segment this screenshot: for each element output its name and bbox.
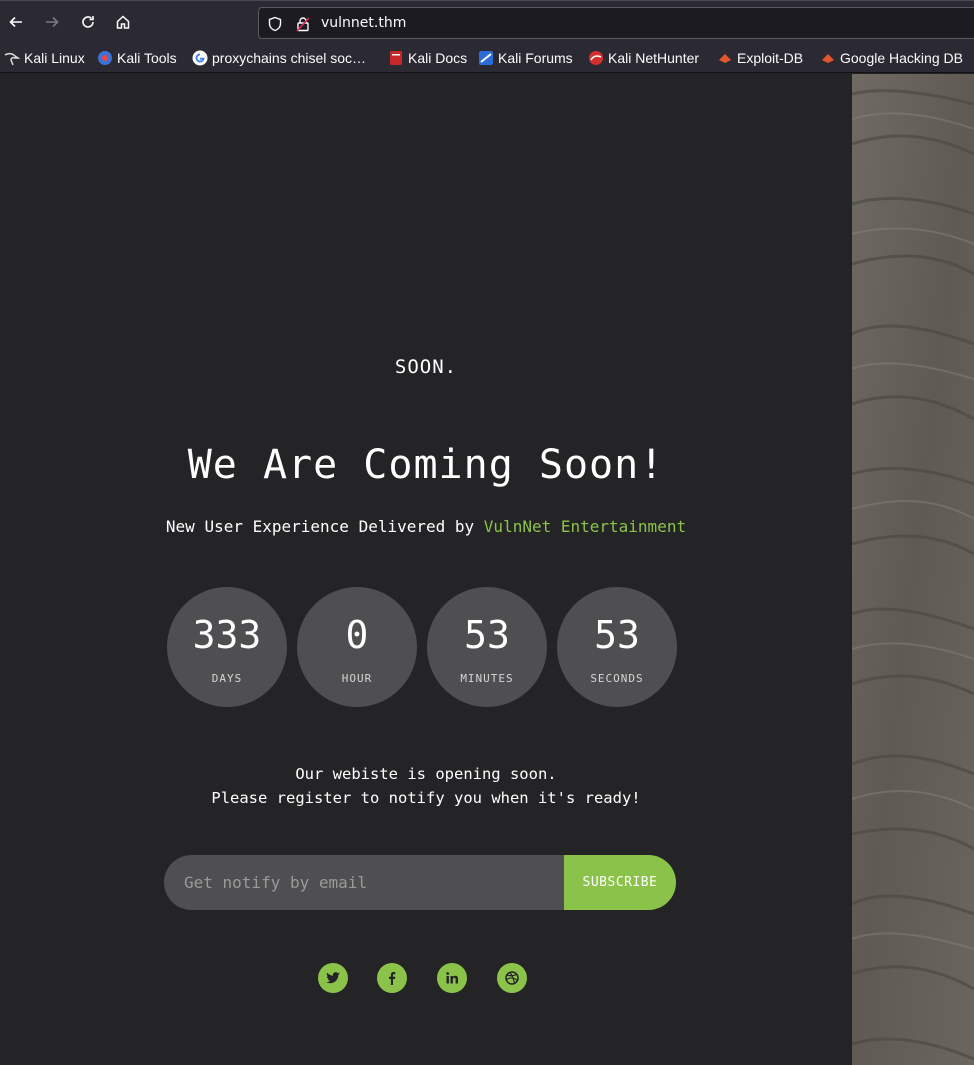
reload-button[interactable] — [76, 10, 100, 34]
kali-dragon-icon — [4, 50, 21, 66]
countdown-minutes: 53 MINUTES — [427, 587, 547, 707]
subscribe-button[interactable]: SUBSCRIBE — [564, 855, 676, 910]
twitter-icon — [326, 972, 340, 984]
bookmark-kali-forums[interactable]: Kali Forums — [478, 48, 573, 68]
subscribe-form: SUBSCRIBE — [164, 855, 676, 910]
wood-background-image — [852, 74, 974, 1065]
facebook-icon — [389, 972, 396, 985]
countdown-label: DAYS — [211, 672, 243, 685]
kali-docs-icon — [388, 50, 404, 66]
shield-icon[interactable] — [267, 16, 283, 32]
dribbble-icon — [505, 971, 519, 985]
countdown-seconds: 53 SECONDS — [557, 587, 677, 707]
bookmarks-bar: Kali Linux Kali Tools proxychains chisel… — [0, 43, 974, 73]
bookmark-exploit-db[interactable]: Exploit-DB — [717, 48, 803, 68]
bookmark-kali-tools[interactable]: Kali Tools — [97, 48, 177, 68]
countdown-days: 333 DAYS — [167, 587, 287, 707]
reload-icon — [82, 16, 94, 28]
coming-soon-panel: SOON. We Are Coming Soon! New User Exper… — [0, 74, 852, 1065]
tagline: New User Experience Delivered by VulnNet… — [0, 517, 852, 536]
linkedin-icon — [446, 972, 458, 984]
bookmark-label: Kali Linux — [24, 50, 85, 66]
countdown-hours: 0 HOUR — [297, 587, 417, 707]
insecure-lock-icon[interactable] — [295, 16, 311, 32]
countdown-value: 333 — [192, 613, 262, 657]
back-arrow-icon — [9, 16, 22, 28]
url-text[interactable]: vulnnet.thm — [321, 15, 406, 31]
email-field[interactable] — [164, 855, 584, 910]
forward-arrow-icon — [46, 16, 59, 28]
bookmark-google-hacking-db[interactable]: Google Hacking DB — [820, 48, 963, 68]
address-bar[interactable]: vulnnet.thm — [258, 7, 974, 39]
countdown-value: 0 — [345, 613, 369, 657]
brand-link[interactable]: VulnNet Entertainment — [484, 517, 686, 536]
forward-button[interactable] — [40, 10, 64, 34]
tagline-text: New User Experience Delivered by — [165, 517, 484, 536]
message-line-2: Please register to notify you when it's … — [211, 789, 641, 807]
exploit-db-icon — [717, 50, 733, 66]
countdown-label: HOUR — [341, 672, 373, 685]
dribbble-link[interactable] — [497, 963, 527, 993]
home-icon — [116, 15, 130, 29]
countdown-value: 53 — [594, 613, 640, 657]
countdown-label: SECONDS — [590, 672, 644, 685]
bookmark-label: Kali Docs — [408, 50, 468, 66]
kali-tools-icon — [97, 50, 113, 66]
bookmark-kali-nethunter[interactable]: Kali NetHunter — [588, 48, 699, 68]
facebook-link[interactable] — [377, 963, 407, 993]
google-icon — [192, 50, 208, 66]
site-logo[interactable]: SOON. — [0, 356, 852, 378]
wood-texture-image — [852, 74, 974, 1065]
bookmark-label: Kali Forums — [498, 50, 573, 66]
bookmark-kali-linux[interactable]: Kali Linux — [4, 48, 85, 68]
bookmark-label: Google Hacking DB — [840, 50, 963, 66]
bookmark-label: Kali Tools — [117, 50, 177, 66]
kali-forums-icon — [478, 50, 494, 66]
nethunter-icon — [588, 50, 604, 66]
page-title: We Are Coming Soon! — [187, 442, 665, 488]
twitter-link[interactable] — [318, 963, 348, 993]
browser-toolbar: vulnnet.thm — [0, 0, 974, 43]
home-button[interactable] — [111, 10, 135, 34]
countdown-value: 53 — [464, 613, 510, 657]
page-viewport: SOON. We Are Coming Soon! New User Exper… — [0, 74, 974, 1065]
countdown-label: MINUTES — [460, 672, 514, 685]
bookmark-label: proxychains chisel soc… — [212, 50, 367, 66]
bookmark-label: Exploit-DB — [737, 50, 804, 66]
bookmark-proxychains[interactable]: proxychains chisel soc… — [192, 48, 366, 68]
linkedin-link[interactable] — [437, 963, 467, 993]
back-button[interactable] — [4, 10, 28, 34]
message-line-1: Our webiste is opening soon. — [295, 765, 557, 783]
exploit-db-icon — [820, 50, 836, 66]
bookmark-label: Kali NetHunter — [608, 50, 700, 66]
bookmark-kali-docs[interactable]: Kali Docs — [388, 48, 467, 68]
